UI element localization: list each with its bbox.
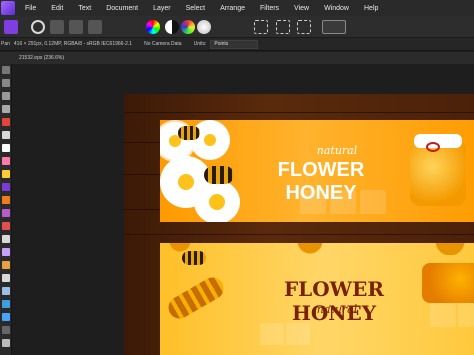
wood-grain xyxy=(124,112,474,113)
crop-tool-icon[interactable] xyxy=(2,92,10,100)
menu-help[interactable]: Help xyxy=(364,5,378,12)
marquee-tool-icon[interactable] xyxy=(2,131,10,139)
honey-drips xyxy=(160,243,474,255)
tone-mapping-persona-icon[interactable] xyxy=(69,20,83,34)
flower-honey-banner-1: natural FLOWER HONEY xyxy=(160,120,474,222)
smudge-brush-icon[interactable] xyxy=(2,287,10,295)
affinity-photo-app-icon[interactable] xyxy=(1,1,15,15)
context-toolbar: Pan 416 × 291px, 0.12MP, RGBA/8 - sRGB I… xyxy=(0,38,474,51)
elliptical-selection-icon[interactable] xyxy=(276,20,290,34)
banner-1-title-natural: natural xyxy=(316,144,358,157)
freehand-selection-icon[interactable] xyxy=(297,20,311,34)
flower-honey-banner-2: FLOWER HONEY natural xyxy=(160,243,474,355)
dodge-brush-icon[interactable] xyxy=(2,222,10,230)
tools-panel xyxy=(0,64,12,355)
honey-splash-image xyxy=(422,263,474,303)
export-persona-icon[interactable] xyxy=(88,20,102,34)
honey-dipper-image xyxy=(164,273,228,323)
toolbar xyxy=(0,16,474,38)
menu-text[interactable]: Text xyxy=(78,5,91,12)
camera-data-label: No Camera Data xyxy=(144,41,182,47)
clone-brush-icon[interactable] xyxy=(2,235,10,243)
canvas-area[interactable]: natural FLOWER HONEY FLOWER HONEY natura… xyxy=(12,64,474,355)
banner-1-title-flower-honey: FLOWER HONEY xyxy=(277,159,365,204)
menu-document[interactable]: Document xyxy=(106,5,138,12)
honeycomb-shape xyxy=(430,303,456,327)
inpainting-brush-icon[interactable] xyxy=(2,261,10,269)
banner-2-title-flower-honey: FLOWER HONEY xyxy=(283,277,384,325)
banner-2-title-natural: natural xyxy=(316,303,358,316)
snapping-dropdown[interactable] xyxy=(322,20,346,34)
text-tool-icon[interactable] xyxy=(2,326,10,334)
bee-image xyxy=(204,166,234,184)
daisy-center xyxy=(204,134,216,146)
color-balance-icon[interactable] xyxy=(181,20,195,34)
move-tool-icon[interactable] xyxy=(2,79,10,87)
units-select[interactable]: Points xyxy=(210,39,259,49)
develop-persona-icon[interactable] xyxy=(50,20,64,34)
shape-tool-icon[interactable] xyxy=(2,313,10,321)
liquify-persona-icon[interactable] xyxy=(31,20,45,34)
jar-ribbon xyxy=(426,142,440,152)
document-tab-bar: 21532.eps (236.6%) xyxy=(0,52,474,64)
photo-persona-icon[interactable] xyxy=(4,20,18,34)
pan-tool-label: Pan xyxy=(1,41,10,47)
units-label: Units: xyxy=(193,41,207,47)
bee-image xyxy=(178,126,200,140)
fill-tool-icon[interactable] xyxy=(2,196,10,204)
hand-tool-icon[interactable] xyxy=(2,66,10,74)
menu-bar: File Edit Text Document Layer Select Arr… xyxy=(0,0,474,16)
pixel-tool-icon[interactable] xyxy=(2,157,10,165)
blemish-removal-icon[interactable] xyxy=(2,248,10,256)
gradient-tool-icon[interactable] xyxy=(2,209,10,217)
white-balance-icon[interactable] xyxy=(197,20,211,34)
honeycomb-shape xyxy=(260,323,284,345)
menu-window[interactable]: Window xyxy=(324,5,349,12)
pen-tool-icon[interactable] xyxy=(2,300,10,308)
document-tab[interactable]: 21532.eps (236.6%) xyxy=(19,55,64,61)
menu-edit[interactable]: Edit xyxy=(51,5,63,12)
menu-layer[interactable]: Layer xyxy=(153,5,171,12)
artboard[interactable]: natural FLOWER HONEY FLOWER HONEY natura… xyxy=(124,94,474,355)
menu-file[interactable]: File xyxy=(25,5,36,12)
bee-image xyxy=(182,251,206,265)
menu-view[interactable]: View xyxy=(294,5,309,12)
document-info: 416 × 291px, 0.12MP, RGBA/8 - sRGB IEC61… xyxy=(13,41,133,47)
honeycomb-shape xyxy=(458,303,474,327)
marquee-selection-icon[interactable] xyxy=(254,20,268,34)
menu-arrange[interactable]: Arrange xyxy=(220,5,245,12)
color-wheel-icon[interactable] xyxy=(146,20,160,34)
paint-brush-icon[interactable] xyxy=(2,144,10,152)
color-replacement-icon[interactable] xyxy=(2,170,10,178)
honeycomb-shape xyxy=(286,323,310,345)
menu-select[interactable]: Select xyxy=(186,5,205,12)
daisy-flowers-image xyxy=(160,120,248,222)
erase-brush-icon[interactable] xyxy=(2,183,10,191)
zoom-tool-icon[interactable] xyxy=(2,339,10,347)
levels-icon[interactable] xyxy=(165,20,179,34)
daisy-center xyxy=(209,194,225,210)
menu-filters[interactable]: Filters xyxy=(260,5,279,12)
daisy-center xyxy=(178,174,194,190)
flood-select-icon[interactable] xyxy=(2,118,10,126)
wood-grain xyxy=(124,234,474,235)
selection-brush-icon[interactable] xyxy=(2,105,10,113)
red-eye-icon[interactable] xyxy=(2,274,10,282)
